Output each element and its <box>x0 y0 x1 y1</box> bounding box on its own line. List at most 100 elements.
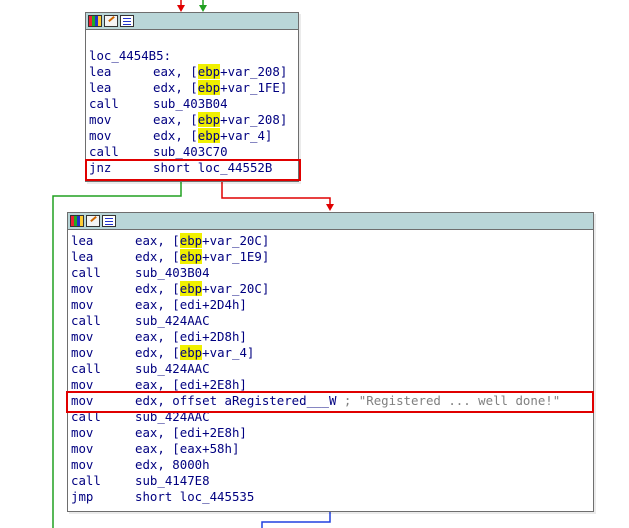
asm-operand[interactable]: sub_403B04 <box>153 96 228 111</box>
graph-icon[interactable] <box>88 15 102 27</box>
asm-mnemonic[interactable]: call <box>71 409 135 425</box>
edge-false-to-block2 <box>221 181 331 206</box>
list-icon[interactable] <box>102 215 116 227</box>
asm-operand[interactable]: eax, [edi+2E8h] <box>135 377 247 392</box>
asm-mnemonic[interactable]: mov <box>71 393 135 409</box>
asm-mnemonic[interactable]: call <box>89 96 153 112</box>
asm-operand-offset[interactable]: +var_1E9] <box>202 249 269 264</box>
asm-mnemonic[interactable]: mov <box>89 128 153 144</box>
asm-line[interactable]: call sub_424AAC <box>71 361 590 377</box>
edit-icon[interactable] <box>104 15 118 27</box>
asm-line[interactable]: call sub_424AAC <box>71 313 590 329</box>
edit-icon[interactable] <box>86 215 100 227</box>
asm-mnemonic[interactable]: call <box>71 313 135 329</box>
asm-operand-offset[interactable]: +var_208] <box>220 112 287 127</box>
asm-line[interactable]: mov eax, [eax+58h] <box>71 441 590 457</box>
asm-mnemonic[interactable]: mov <box>89 112 153 128</box>
register-highlight[interactable]: ebp <box>179 233 203 248</box>
asm-line[interactable]: mov eax, [edi+2E8h] <box>71 425 590 441</box>
asm-line[interactable]: mov eax, [edi+2D4h] <box>71 297 590 313</box>
graph-icon[interactable] <box>70 215 84 227</box>
asm-line[interactable]: jmp short loc_445535 <box>71 489 590 505</box>
block-titlebar[interactable] <box>68 213 593 230</box>
asm-operand-offset[interactable]: +var_208] <box>220 64 287 79</box>
asm-line[interactable]: mov eax, [ebp+var_208] <box>89 112 295 128</box>
asm-line[interactable]: jnz short loc_44552B <box>89 160 295 176</box>
asm-mnemonic[interactable]: mov <box>71 457 135 473</box>
asm-mnemonic[interactable]: lea <box>71 233 135 249</box>
asm-operand[interactable]: short loc_445535 <box>135 489 254 504</box>
register-highlight[interactable]: ebp <box>179 281 203 296</box>
list-icon[interactable] <box>120 15 134 27</box>
asm-mnemonic[interactable]: call <box>71 361 135 377</box>
asm-line[interactable]: lea eax, [ebp+var_208] <box>89 64 295 80</box>
asm-operand[interactable]: eax, [ <box>153 64 198 79</box>
code-block-loc-4454b5[interactable]: loc_4454B5: lea eax, [ebp+var_208] lea edx,… <box>85 12 299 182</box>
register-highlight[interactable]: ebp <box>197 112 221 127</box>
asm-line[interactable]: mov eax, [edi+2D8h] <box>71 329 590 345</box>
asm-operand[interactable]: edx, [ <box>153 128 198 143</box>
asm-mnemonic[interactable]: mov <box>71 441 135 457</box>
asm-operand[interactable]: edx, offset aRegistered___W <box>135 393 336 408</box>
asm-operand[interactable]: sub_4147E8 <box>135 473 210 488</box>
register-highlight[interactable]: ebp <box>197 80 221 95</box>
asm-mnemonic[interactable]: call <box>89 144 153 160</box>
asm-line[interactable]: call sub_424AAC <box>71 409 590 425</box>
asm-mnemonic[interactable]: mov <box>71 297 135 313</box>
asm-line[interactable]: mov edx, [ebp+var_4] <box>71 345 590 361</box>
asm-operand[interactable]: eax, [eax+58h] <box>135 441 239 456</box>
asm-line[interactable]: lea edx, [ebp+var_1FE] <box>89 80 295 96</box>
asm-mnemonic[interactable]: mov <box>71 281 135 297</box>
asm-operand-offset[interactable]: +var_1FE] <box>220 80 287 95</box>
asm-operand-offset[interactable]: +var_4] <box>202 345 254 360</box>
asm-operand[interactable]: short loc_44552B <box>153 160 272 175</box>
asm-mnemonic[interactable]: mov <box>71 329 135 345</box>
asm-operand[interactable]: eax, [ <box>135 233 180 248</box>
asm-operand[interactable]: eax, [edi+2E8h] <box>135 425 247 440</box>
asm-line[interactable]: mov eax, [edi+2E8h] <box>71 377 590 393</box>
asm-mnemonic[interactable]: lea <box>71 249 135 265</box>
asm-mnemonic[interactable]: call <box>71 265 135 281</box>
asm-mnemonic[interactable]: mov <box>71 345 135 361</box>
asm-operand[interactable]: edx, 8000h <box>135 457 210 472</box>
code-block-registered[interactable]: lea eax, [ebp+var_20C] lea edx, [ebp+var_1E… <box>67 212 594 512</box>
asm-operand[interactable]: sub_424AAC <box>135 313 210 328</box>
asm-operand[interactable]: edx, [ <box>135 249 180 264</box>
asm-mnemonic[interactable]: jnz <box>89 160 153 176</box>
asm-operand[interactable]: edx, [ <box>135 345 180 360</box>
asm-operand[interactable]: sub_403B04 <box>135 265 210 280</box>
asm-mnemonic[interactable]: jmp <box>71 489 135 505</box>
asm-line[interactable]: mov edx, [ebp+var_20C] <box>71 281 590 297</box>
asm-operand[interactable]: edx, [ <box>135 281 180 296</box>
asm-operand[interactable]: edx, [ <box>153 80 198 95</box>
asm-line[interactable]: call sub_403C70 <box>89 144 295 160</box>
asm-operand[interactable]: sub_403C70 <box>153 144 228 159</box>
register-highlight[interactable]: ebp <box>179 345 203 360</box>
asm-line[interactable]: lea eax, [ebp+var_20C] <box>71 233 590 249</box>
asm-operand[interactable]: eax, [ <box>153 112 198 127</box>
register-highlight[interactable]: ebp <box>179 249 203 264</box>
asm-operand-offset[interactable]: +var_20C] <box>202 233 269 248</box>
asm-mnemonic[interactable]: lea <box>89 80 153 96</box>
asm-line[interactable]: lea edx, [ebp+var_1E9] <box>71 249 590 265</box>
register-highlight[interactable]: ebp <box>197 128 221 143</box>
asm-mnemonic[interactable]: mov <box>71 377 135 393</box>
block-titlebar[interactable] <box>86 13 298 30</box>
asm-line[interactable]: mov edx, [ebp+var_4] <box>89 128 295 144</box>
asm-line[interactable]: call sub_403B04 <box>89 96 295 112</box>
block-label[interactable]: loc_4454B5: <box>89 48 295 64</box>
asm-mnemonic[interactable]: call <box>71 473 135 489</box>
asm-mnemonic[interactable]: mov <box>71 425 135 441</box>
asm-operand[interactable]: eax, [edi+2D4h] <box>135 297 247 312</box>
asm-line[interactable]: call sub_4147E8 <box>71 473 590 489</box>
asm-operand[interactable]: sub_424AAC <box>135 409 210 424</box>
asm-line[interactable]: mov edx, 8000h <box>71 457 590 473</box>
asm-line[interactable]: call sub_403B04 <box>71 265 590 281</box>
asm-operand[interactable]: eax, [edi+2D8h] <box>135 329 247 344</box>
asm-operand-offset[interactable]: +var_4] <box>220 128 272 143</box>
asm-line[interactable]: mov edx, offset aRegistered___W ; "Regist… <box>71 393 590 409</box>
asm-mnemonic[interactable]: lea <box>89 64 153 80</box>
asm-operand-offset[interactable]: +var_20C] <box>202 281 269 296</box>
register-highlight[interactable]: ebp <box>197 64 221 79</box>
asm-operand[interactable]: sub_424AAC <box>135 361 210 376</box>
